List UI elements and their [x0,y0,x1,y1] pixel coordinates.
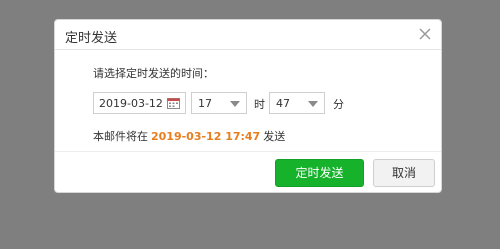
hour-value: 17 [198,97,212,110]
close-icon[interactable] [417,26,433,42]
hour-unit-label: 时 [254,98,265,111]
summary-prefix: 本邮件将在 [93,130,148,143]
dialog-header: 定时发送 [55,20,441,50]
date-input[interactable]: 2019-03-12 [93,92,186,114]
schedule-send-button[interactable]: 定时发送 [275,159,364,187]
cancel-button[interactable]: 取消 [373,159,435,187]
chevron-down-icon [308,101,318,107]
date-value: 2019-03-12 [99,97,163,110]
schedule-summary: 本邮件将在 2019-03-12 17:47 发送 [93,128,285,144]
summary-suffix: 发送 [263,130,286,143]
minute-select[interactable]: 47 [269,92,325,114]
hour-select[interactable]: 17 [191,92,247,114]
summary-time: 2019-03-12 17:47 [151,130,261,143]
schedule-send-dialog: 定时发送 请选择定时发送的时间： 2019-03-12 17 时 47 分 本邮… [54,19,442,193]
minute-value: 47 [276,97,290,110]
prompt-text: 请选择定时发送的时间： [93,67,214,80]
minute-unit-label: 分 [333,98,344,111]
dialog-body: 请选择定时发送的时间： 2019-03-12 17 时 47 分 本邮件将在 2… [55,50,441,151]
chevron-down-icon [230,101,240,107]
dialog-footer: 定时发送 取消 [55,151,441,192]
calendar-icon[interactable] [167,97,180,109]
dialog-title: 定时发送 [65,31,118,46]
